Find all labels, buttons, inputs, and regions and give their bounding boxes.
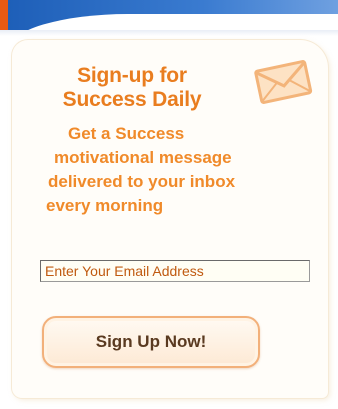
signup-title-line-1: Sign-up for — [77, 64, 187, 87]
sign-up-button[interactable]: Sign Up Now! — [42, 316, 260, 368]
email-field[interactable] — [40, 260, 310, 282]
description-line-3: delivered to your inbox — [48, 172, 236, 191]
sign-up-button-label: Sign Up Now! — [95, 332, 207, 351]
signup-title: Sign-up for Success Daily — [32, 64, 232, 112]
signup-title-line-2: Success Daily — [62, 88, 202, 111]
description-line-1: Get a Success — [68, 124, 185, 143]
banner-shadow — [0, 30, 338, 36]
top-banner — [0, 0, 338, 30]
description-line-4: every morning — [46, 196, 164, 215]
envelope-icon — [254, 60, 313, 104]
signup-description: Get a Success motivational message deliv… — [26, 122, 316, 218]
description-line-2: motivational message — [54, 148, 232, 167]
